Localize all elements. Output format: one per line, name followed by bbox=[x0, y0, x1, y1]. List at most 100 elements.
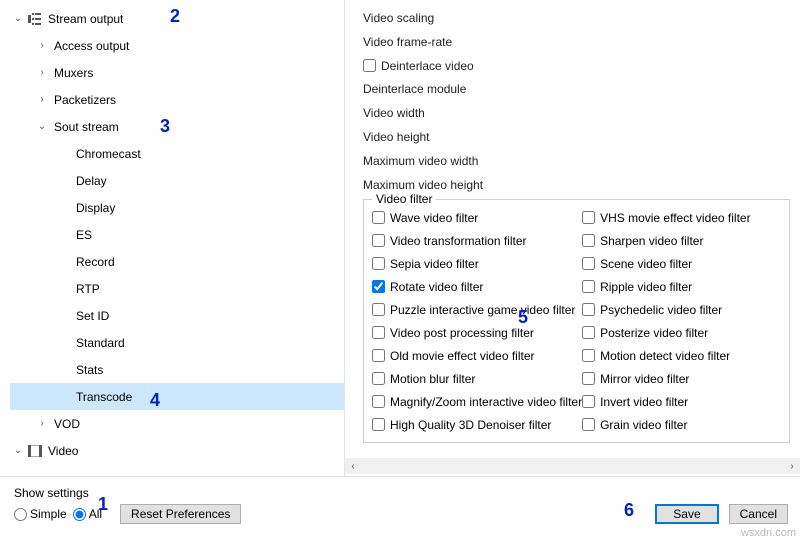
filter-label: Old movie effect video filter bbox=[390, 349, 535, 363]
filter-checkbox-row[interactable]: Sepia video filter bbox=[372, 252, 582, 275]
filter-checkbox-row[interactable]: Motion blur filter bbox=[372, 367, 582, 390]
filter-checkbox[interactable] bbox=[372, 395, 385, 408]
filter-checkbox-row[interactable]: High Quality 3D Denoiser filter bbox=[372, 413, 582, 436]
filter-checkbox-row[interactable]: Mirror video filter bbox=[582, 367, 781, 390]
filter-checkbox[interactable] bbox=[372, 280, 385, 293]
filter-checkbox[interactable] bbox=[582, 257, 595, 270]
filter-checkbox-row[interactable]: Grain video filter bbox=[582, 413, 781, 436]
filter-label: Scene video filter bbox=[600, 257, 692, 271]
filter-checkbox[interactable] bbox=[372, 257, 385, 270]
filter-checkbox[interactable] bbox=[582, 211, 595, 224]
filter-checkbox[interactable] bbox=[582, 372, 595, 385]
option-label: Deinterlace video bbox=[381, 59, 474, 73]
horizontal-scrollbar[interactable]: ‹ › bbox=[345, 458, 800, 474]
footer-bar: Show settings Simple All Reset Preferenc… bbox=[0, 478, 800, 538]
option-label: Video scaling bbox=[363, 11, 434, 25]
filter-checkbox[interactable] bbox=[582, 303, 595, 316]
chevron-right-icon: › bbox=[34, 418, 50, 429]
chevron-right-icon: › bbox=[34, 40, 50, 51]
filter-checkbox-row[interactable]: Invert video filter bbox=[582, 390, 781, 413]
tree-item-standard[interactable]: Standard bbox=[10, 329, 344, 356]
option-video-scaling: Video scaling bbox=[363, 6, 790, 30]
tree-item-access-output[interactable]: › Access output bbox=[10, 32, 344, 59]
tree-item-record[interactable]: Record bbox=[10, 248, 344, 275]
filter-label: Magnify/Zoom interactive video filter bbox=[390, 395, 582, 409]
filter-checkbox[interactable] bbox=[372, 372, 385, 385]
filter-checkbox-row[interactable]: Video post processing filter bbox=[372, 321, 582, 344]
tree-item-rtp[interactable]: RTP bbox=[10, 275, 344, 302]
filter-checkbox-row[interactable]: Video transformation filter bbox=[372, 229, 582, 252]
filter-checkbox-row[interactable]: VHS movie effect video filter bbox=[582, 206, 781, 229]
option-max-video-width: Maximum video width bbox=[363, 149, 790, 173]
cancel-button[interactable]: Cancel bbox=[729, 504, 788, 524]
filter-checkbox[interactable] bbox=[582, 234, 595, 247]
tree-item-stream-output[interactable]: ⌄ Stream output bbox=[10, 5, 344, 32]
filter-checkbox[interactable] bbox=[582, 326, 595, 339]
scroll-left-icon[interactable]: ‹ bbox=[345, 458, 361, 474]
chevron-down-icon: ⌄ bbox=[10, 445, 26, 456]
option-label: Maximum video height bbox=[363, 178, 483, 192]
filter-checkbox-row[interactable]: Magnify/Zoom interactive video filter bbox=[372, 390, 582, 413]
tree-item-stats[interactable]: Stats bbox=[10, 356, 344, 383]
tree-item-transcode[interactable]: Transcode bbox=[10, 383, 344, 410]
tree-item-muxers[interactable]: › Muxers bbox=[10, 59, 344, 86]
chevron-down-icon: ⌄ bbox=[34, 121, 50, 132]
filter-label: Rotate video filter bbox=[390, 280, 483, 294]
filter-checkbox[interactable] bbox=[372, 234, 385, 247]
filter-checkbox-row[interactable]: Sharpen video filter bbox=[582, 229, 781, 252]
tree-label: Delay bbox=[72, 174, 107, 188]
option-video-frame-rate: Video frame-rate bbox=[363, 30, 790, 54]
filter-checkbox[interactable] bbox=[582, 280, 595, 293]
tree-item-es[interactable]: ES bbox=[10, 221, 344, 248]
fieldset-title: Video filter bbox=[372, 192, 436, 206]
save-button[interactable]: Save bbox=[655, 504, 718, 524]
radio-all[interactable]: All bbox=[73, 507, 102, 521]
filter-checkbox[interactable] bbox=[372, 349, 385, 362]
filter-label: Posterize video filter bbox=[600, 326, 708, 340]
filter-checkbox-row[interactable]: Old movie effect video filter bbox=[372, 344, 582, 367]
filter-checkbox-row[interactable]: Posterize video filter bbox=[582, 321, 781, 344]
filter-checkbox[interactable] bbox=[372, 211, 385, 224]
filter-checkbox-row[interactable]: Puzzle interactive game video filter bbox=[372, 298, 582, 321]
filter-checkbox[interactable] bbox=[372, 303, 385, 316]
tree-label: Chromecast bbox=[72, 147, 141, 161]
tree-item-vod[interactable]: › VOD bbox=[10, 410, 344, 437]
option-label: Video frame-rate bbox=[363, 35, 452, 49]
filter-checkbox-row[interactable]: Ripple video filter bbox=[582, 275, 781, 298]
reset-preferences-button[interactable]: Reset Preferences bbox=[120, 504, 241, 524]
filter-checkbox-row[interactable]: Rotate video filter bbox=[372, 275, 582, 298]
tree-item-delay[interactable]: Delay bbox=[10, 167, 344, 194]
tree-item-display[interactable]: Display bbox=[10, 194, 344, 221]
tree-item-set-id[interactable]: Set ID bbox=[10, 302, 344, 329]
tree-item-sout-stream[interactable]: ⌄ Sout stream bbox=[10, 113, 344, 140]
filter-label: Grain video filter bbox=[600, 418, 687, 432]
filter-checkbox-row[interactable]: Psychedelic video filter bbox=[582, 298, 781, 321]
option-video-height: Video height bbox=[363, 125, 790, 149]
option-deinterlace-video[interactable]: Deinterlace video bbox=[363, 54, 790, 77]
filter-checkbox[interactable] bbox=[372, 326, 385, 339]
chevron-down-icon: ⌄ bbox=[10, 13, 26, 24]
radio-simple-input[interactable] bbox=[14, 508, 27, 521]
tree-label: Muxers bbox=[50, 66, 93, 80]
filter-checkbox-row[interactable]: Scene video filter bbox=[582, 252, 781, 275]
filter-checkbox[interactable] bbox=[582, 418, 595, 431]
tree-item-packetizers[interactable]: › Packetizers bbox=[10, 86, 344, 113]
deinterlace-video-checkbox[interactable] bbox=[363, 59, 376, 72]
filter-checkbox[interactable] bbox=[582, 349, 595, 362]
filter-label: Ripple video filter bbox=[600, 280, 692, 294]
filter-checkbox[interactable] bbox=[372, 418, 385, 431]
radio-simple[interactable]: Simple bbox=[14, 507, 67, 521]
tree-label: Standard bbox=[72, 336, 125, 350]
tree-label: Access output bbox=[50, 39, 129, 53]
filter-checkbox-row[interactable]: Wave video filter bbox=[372, 206, 582, 229]
radio-all-input[interactable] bbox=[73, 508, 86, 521]
tree-item-chromecast[interactable]: Chromecast bbox=[10, 140, 344, 167]
video-icon bbox=[26, 445, 44, 457]
filter-checkbox[interactable] bbox=[582, 395, 595, 408]
filter-checkbox-row[interactable]: Motion detect video filter bbox=[582, 344, 781, 367]
tree-label: ES bbox=[72, 228, 92, 242]
scroll-track[interactable] bbox=[361, 458, 784, 474]
tree-item-video[interactable]: ⌄ Video bbox=[10, 437, 344, 464]
filter-label: Sharpen video filter bbox=[600, 234, 703, 248]
scroll-right-icon[interactable]: › bbox=[784, 458, 800, 474]
